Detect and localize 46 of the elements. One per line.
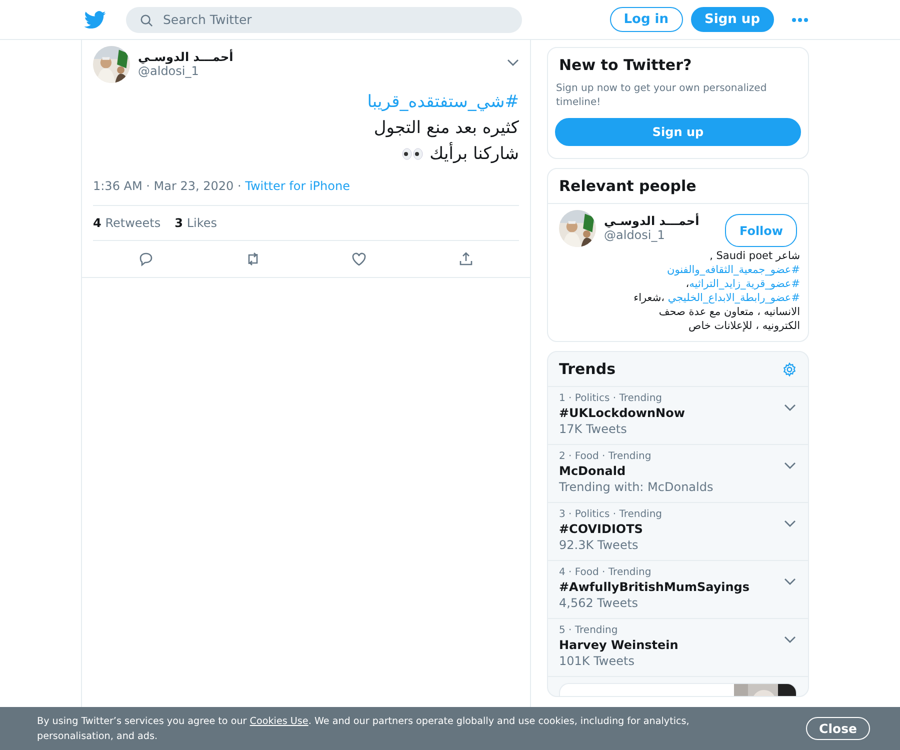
user-name: أحمـــد الدوسـي	[604, 214, 700, 228]
news-card[interactable]	[559, 683, 797, 696]
cookie-notice: By using Twitter’s services you agree to our Cookies Use. We and our partners operate globally and use cookies, including for analytics, personalisation, and ads.	[37, 714, 690, 744]
trend-item[interactable]: 4 · Food · Trending #AwfullyBritishMumSayings 4,562 Tweets	[548, 561, 808, 619]
timestamp: 1:36 AM · Mar 23, 2020 ·	[93, 179, 242, 193]
close-button[interactable]: Close	[806, 717, 870, 740]
reply-icon[interactable]	[138, 251, 154, 267]
login-button[interactable]: Log in	[610, 7, 683, 32]
tweet-text: شاركنا برأيك	[430, 141, 519, 166]
chevron-icon[interactable]	[784, 636, 796, 644]
eyes-icon	[402, 148, 424, 160]
stat-count[interactable]: 3 Likes	[174, 216, 217, 230]
hashtag-link[interactable]: #عضو_قرية_زايد_التراثيه	[689, 278, 800, 290]
hashtag-link[interactable]: #عضو_رابطة_الابداع_الخليجي	[668, 292, 800, 304]
user-name: أحمـــد الدوسـي	[138, 50, 234, 64]
signup-button[interactable]: Sign up	[555, 118, 801, 146]
tweet-text: كثيره بعد منع التجول	[374, 117, 519, 140]
bird-logo[interactable]	[84, 10, 106, 28]
search-field[interactable]: Search Twitter	[126, 6, 522, 32]
card-title: New to Twitter?	[558, 55, 693, 76]
user-handle: @aldosi_1	[138, 64, 200, 78]
chevron-icon[interactable]	[784, 462, 796, 470]
hashtag-link[interactable]: #شي_ستفتقده_قريبا	[367, 92, 519, 112]
settings-icon[interactable]	[782, 362, 797, 376]
follow-button[interactable]: Follow	[725, 214, 797, 247]
source-link[interactable]: Twitter for iPhone	[245, 179, 350, 193]
heart-icon[interactable]	[351, 251, 368, 267]
card-title: Relevant people	[548, 169, 808, 204]
share-icon[interactable]	[458, 251, 474, 267]
user-handle: @aldosi_1	[604, 228, 666, 242]
trend-item[interactable]: 3 · Politics · Trending #COVIDIOTS 92.3K Tweets	[548, 503, 808, 561]
chevron-icon[interactable]	[784, 578, 796, 586]
card-title: Trends	[558, 359, 616, 380]
trend-item[interactable]: 1 · Politics · Trending #UKLockdownNow 17K Tweets	[548, 387, 808, 445]
trend-item[interactable]: 5 · Trending Harvey Weinstein 101K Tweets	[548, 619, 808, 677]
chevron-icon[interactable]	[784, 404, 796, 412]
trend-item[interactable]: 2 · Food · Trending McDonald Trending with: McDonalds	[548, 445, 808, 503]
user-bio: شاعر Saudi poet , #عضو_جمعية_الثقافه_والفنون #عضو_قرية_زايد_التراثيه، #عضو_رابطة_الابداع_الخليجي ،شعراء الانسانيه ، متعاون مع عدة صحف الكترونيه ، للإعلانات خاص	[632, 249, 800, 333]
signup-prompt: Sign up now to get your own personalized timeline!	[556, 82, 768, 110]
hashtag-link[interactable]: #عضو_جمعية_الثقافه_والفنون	[666, 264, 800, 276]
cookies-link[interactable]: Cookies Use	[250, 716, 308, 726]
more-icon[interactable]	[792, 18, 808, 22]
chevron-icon[interactable]	[507, 59, 519, 67]
chevron-icon[interactable]	[784, 520, 796, 528]
stat-count[interactable]: 4 Retweets	[93, 216, 161, 230]
signup-button[interactable]: Sign up	[690, 7, 774, 32]
